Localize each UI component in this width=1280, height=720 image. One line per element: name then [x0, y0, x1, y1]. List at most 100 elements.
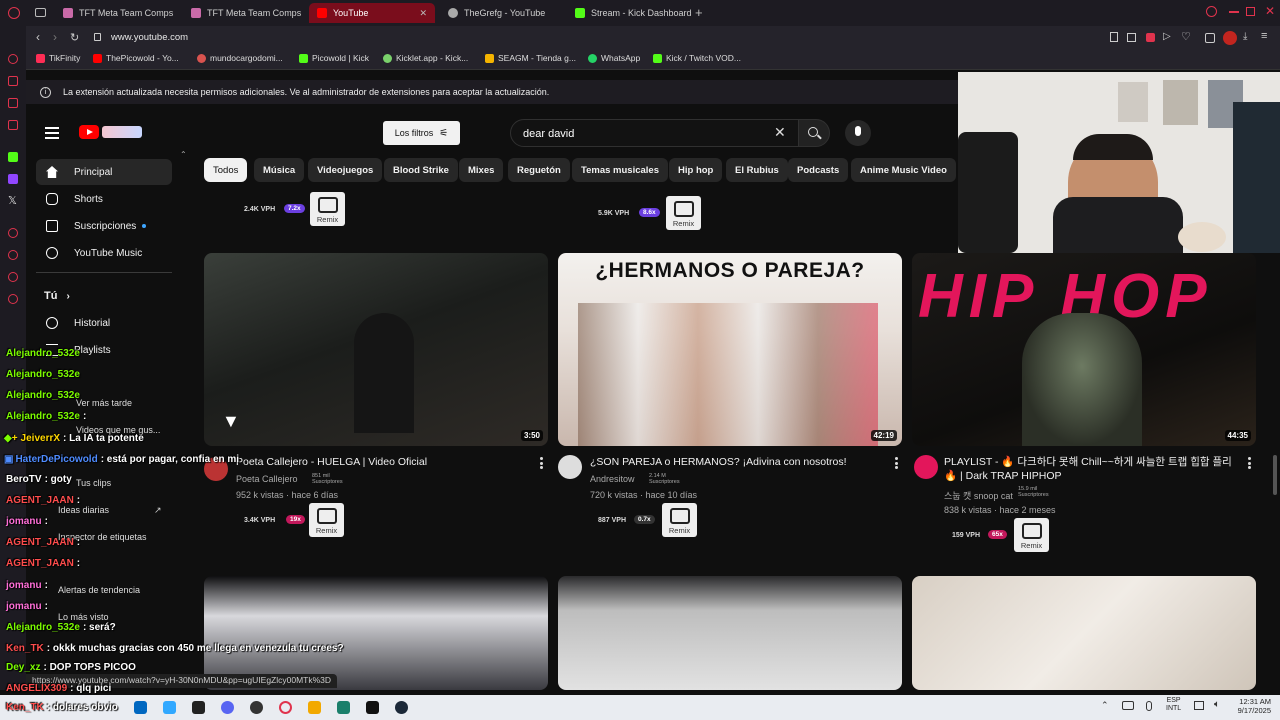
extensions-icon[interactable] — [1205, 33, 1215, 43]
sidebar-item-ver-mas-tarde[interactable]: Ver más tarde — [76, 398, 132, 408]
music-icon[interactable] — [8, 250, 18, 260]
opera-logo-icon[interactable] — [8, 7, 20, 19]
snapshot-icon[interactable] — [1127, 33, 1136, 42]
chip-musica[interactable]: Música — [254, 158, 305, 182]
page-scrollbar[interactable] — [1273, 455, 1277, 495]
bookmark-picowold-kick[interactable]: Picowold | Kick — [299, 53, 369, 63]
search-button[interactable] — [798, 119, 830, 147]
channel-name[interactable]: 스눕 캣 snoop cat — [944, 489, 1013, 502]
flow-icon[interactable] — [8, 272, 18, 282]
sidebar-item-tus-clips[interactable]: Tus clips — [76, 478, 111, 488]
video-thumbnail[interactable]: ▼ 3:50 — [204, 253, 548, 446]
chip-regueton[interactable]: Reguetón — [508, 158, 570, 182]
video-thumbnail[interactable]: HIP HOP 44:35 — [912, 253, 1256, 446]
remix-button[interactable]: Remix — [662, 503, 697, 537]
remix-button[interactable]: Remix — [666, 196, 701, 230]
clear-search-icon[interactable]: ✕ — [774, 124, 786, 141]
channel-name[interactable]: Andresitow — [590, 474, 635, 484]
video-thumbnail[interactable] — [204, 576, 548, 690]
bookmark-kicklet[interactable]: Kicklet.app - Kick... — [383, 53, 468, 63]
chevron-up-icon[interactable]: ⌃ — [1101, 700, 1109, 711]
opera-ai-icon[interactable] — [8, 54, 18, 64]
more-options-icon[interactable] — [540, 457, 543, 469]
bookmark-tikfinity[interactable]: TikFinity — [36, 53, 80, 63]
sidebar-item-suscripciones[interactable]: Suscripciones — [36, 213, 172, 239]
tab-tft-2[interactable]: TFT Meta Team Comps T — [183, 3, 301, 23]
workspaces-icon[interactable] — [35, 8, 46, 17]
opera-gx-icon[interactable] — [279, 701, 292, 714]
url-field[interactable]: www.youtube.com — [111, 32, 188, 43]
video-thumbnail[interactable]: ¿HERMANOS O PAREJA? 42:19 — [558, 253, 902, 446]
language-indicator[interactable]: ESP INTL — [1166, 697, 1181, 713]
capcut-icon[interactable] — [192, 701, 205, 714]
sidebar-item-historial[interactable]: Historial — [36, 310, 172, 336]
youtube-logo-icon[interactable] — [79, 125, 99, 139]
reload-icon[interactable]: ↻ — [70, 31, 79, 44]
chip-podcasts[interactable]: Podcasts — [788, 158, 849, 182]
network-icon[interactable] — [1122, 701, 1134, 710]
avatar[interactable] — [558, 455, 582, 479]
bookmark-seagm[interactable]: SEAGM - Tienda g... — [485, 53, 576, 63]
tab-youtube[interactable]: YouTube ✕ — [309, 3, 435, 23]
tab-kick-dashboard[interactable]: Stream - Kick Dashboard — [567, 3, 695, 23]
minecraft-icon[interactable] — [308, 701, 321, 714]
chip-temas-musicales[interactable]: Temas musicales — [572, 158, 668, 182]
profile-avatar[interactable] — [1223, 31, 1237, 45]
twitch-icon[interactable] — [8, 174, 18, 184]
bag-icon[interactable] — [8, 76, 18, 86]
sidebar-item-principal[interactable]: Principal — [36, 159, 172, 185]
bookmark-thepicowold[interactable]: ThePicowold - Yo... — [93, 53, 179, 63]
obs-icon[interactable] — [250, 701, 263, 714]
heart-icon[interactable]: ♡ — [1181, 30, 1191, 43]
menu-icon[interactable] — [45, 127, 59, 129]
close-tab-icon[interactable]: ✕ — [419, 8, 427, 19]
extension-icon[interactable] — [1146, 33, 1155, 42]
volume-icon[interactable]: 🔈︎ — [1214, 699, 1220, 710]
sidebar-item-ideas-diarias[interactable]: Ideas diarias — [58, 505, 109, 515]
tab-tft-1[interactable]: TFT Meta Team Comps T — [55, 3, 173, 23]
easy-setup-icon[interactable]: ≡ — [1261, 30, 1267, 42]
microphone-tray-icon[interactable] — [1146, 701, 1152, 711]
filters-button[interactable]: Los filtros ⚟ — [383, 121, 460, 145]
clock[interactable]: 12:31 AM 9/17/2025 — [1231, 697, 1271, 715]
more-options-icon[interactable] — [895, 457, 898, 469]
calendar-icon[interactable] — [8, 120, 18, 130]
forward-icon[interactable]: › — [53, 30, 57, 44]
pin-icon[interactable] — [1110, 32, 1118, 42]
messenger-icon[interactable] — [8, 98, 18, 108]
chip-videojuegos[interactable]: Videojuegos — [308, 158, 383, 182]
channel-name[interactable]: Poeta Callejero — [236, 474, 298, 484]
remix-button[interactable]: Remix — [310, 192, 345, 226]
more-options-icon[interactable] — [1248, 457, 1251, 469]
maximize-icon[interactable] — [1246, 7, 1255, 16]
new-tab-icon[interactable]: + — [695, 5, 703, 20]
chip-todos[interactable]: Todos — [204, 158, 248, 182]
sidebar-item-shorts[interactable]: Shorts — [36, 186, 172, 212]
settings-icon[interactable] — [8, 294, 18, 304]
history-icon[interactable] — [8, 228, 18, 238]
kick-icon[interactable] — [8, 152, 18, 162]
bookmark-mundocargo[interactable]: mundocargodomi... — [197, 53, 283, 63]
x-icon[interactable]: 𝕏 — [8, 194, 17, 207]
discord-icon[interactable] — [221, 701, 234, 714]
bookmark-whatsapp[interactable]: WhatsApp — [588, 53, 640, 63]
youtube-doodle-logo[interactable] — [102, 126, 142, 138]
chip-blood-strike[interactable]: Blood Strike — [384, 158, 458, 182]
bookmark-kick-twitch-vod[interactable]: Kick / Twitch VOD... — [653, 53, 741, 63]
video-title[interactable]: Poeta Callejero - HUELGA | Video Oficial — [236, 455, 536, 469]
tab-thegrefg[interactable]: TheGrefg - YouTube — [440, 3, 562, 23]
chip-hip-hop[interactable]: Hip hop — [669, 158, 723, 182]
minimize-icon[interactable] — [1229, 11, 1239, 13]
sidebar-section-you[interactable]: Tú › — [44, 290, 70, 302]
store-icon[interactable] — [134, 701, 147, 714]
video-thumbnail[interactable] — [558, 576, 902, 690]
app-icon[interactable] — [337, 701, 350, 714]
close-window-icon[interactable]: ✕ — [1265, 4, 1275, 18]
player-icon[interactable]: ▷ — [1163, 31, 1171, 42]
chip-mixes[interactable]: Mixes — [459, 158, 504, 182]
sidebar-item-lo-mas-visto[interactable]: Lo más visto — [58, 612, 109, 622]
steam-icon[interactable] — [395, 701, 408, 714]
chip-anime-music-video[interactable]: Anime Music Video — [851, 158, 956, 182]
search-tabs-icon[interactable] — [1206, 6, 1217, 17]
voice-search-button[interactable] — [845, 120, 871, 146]
